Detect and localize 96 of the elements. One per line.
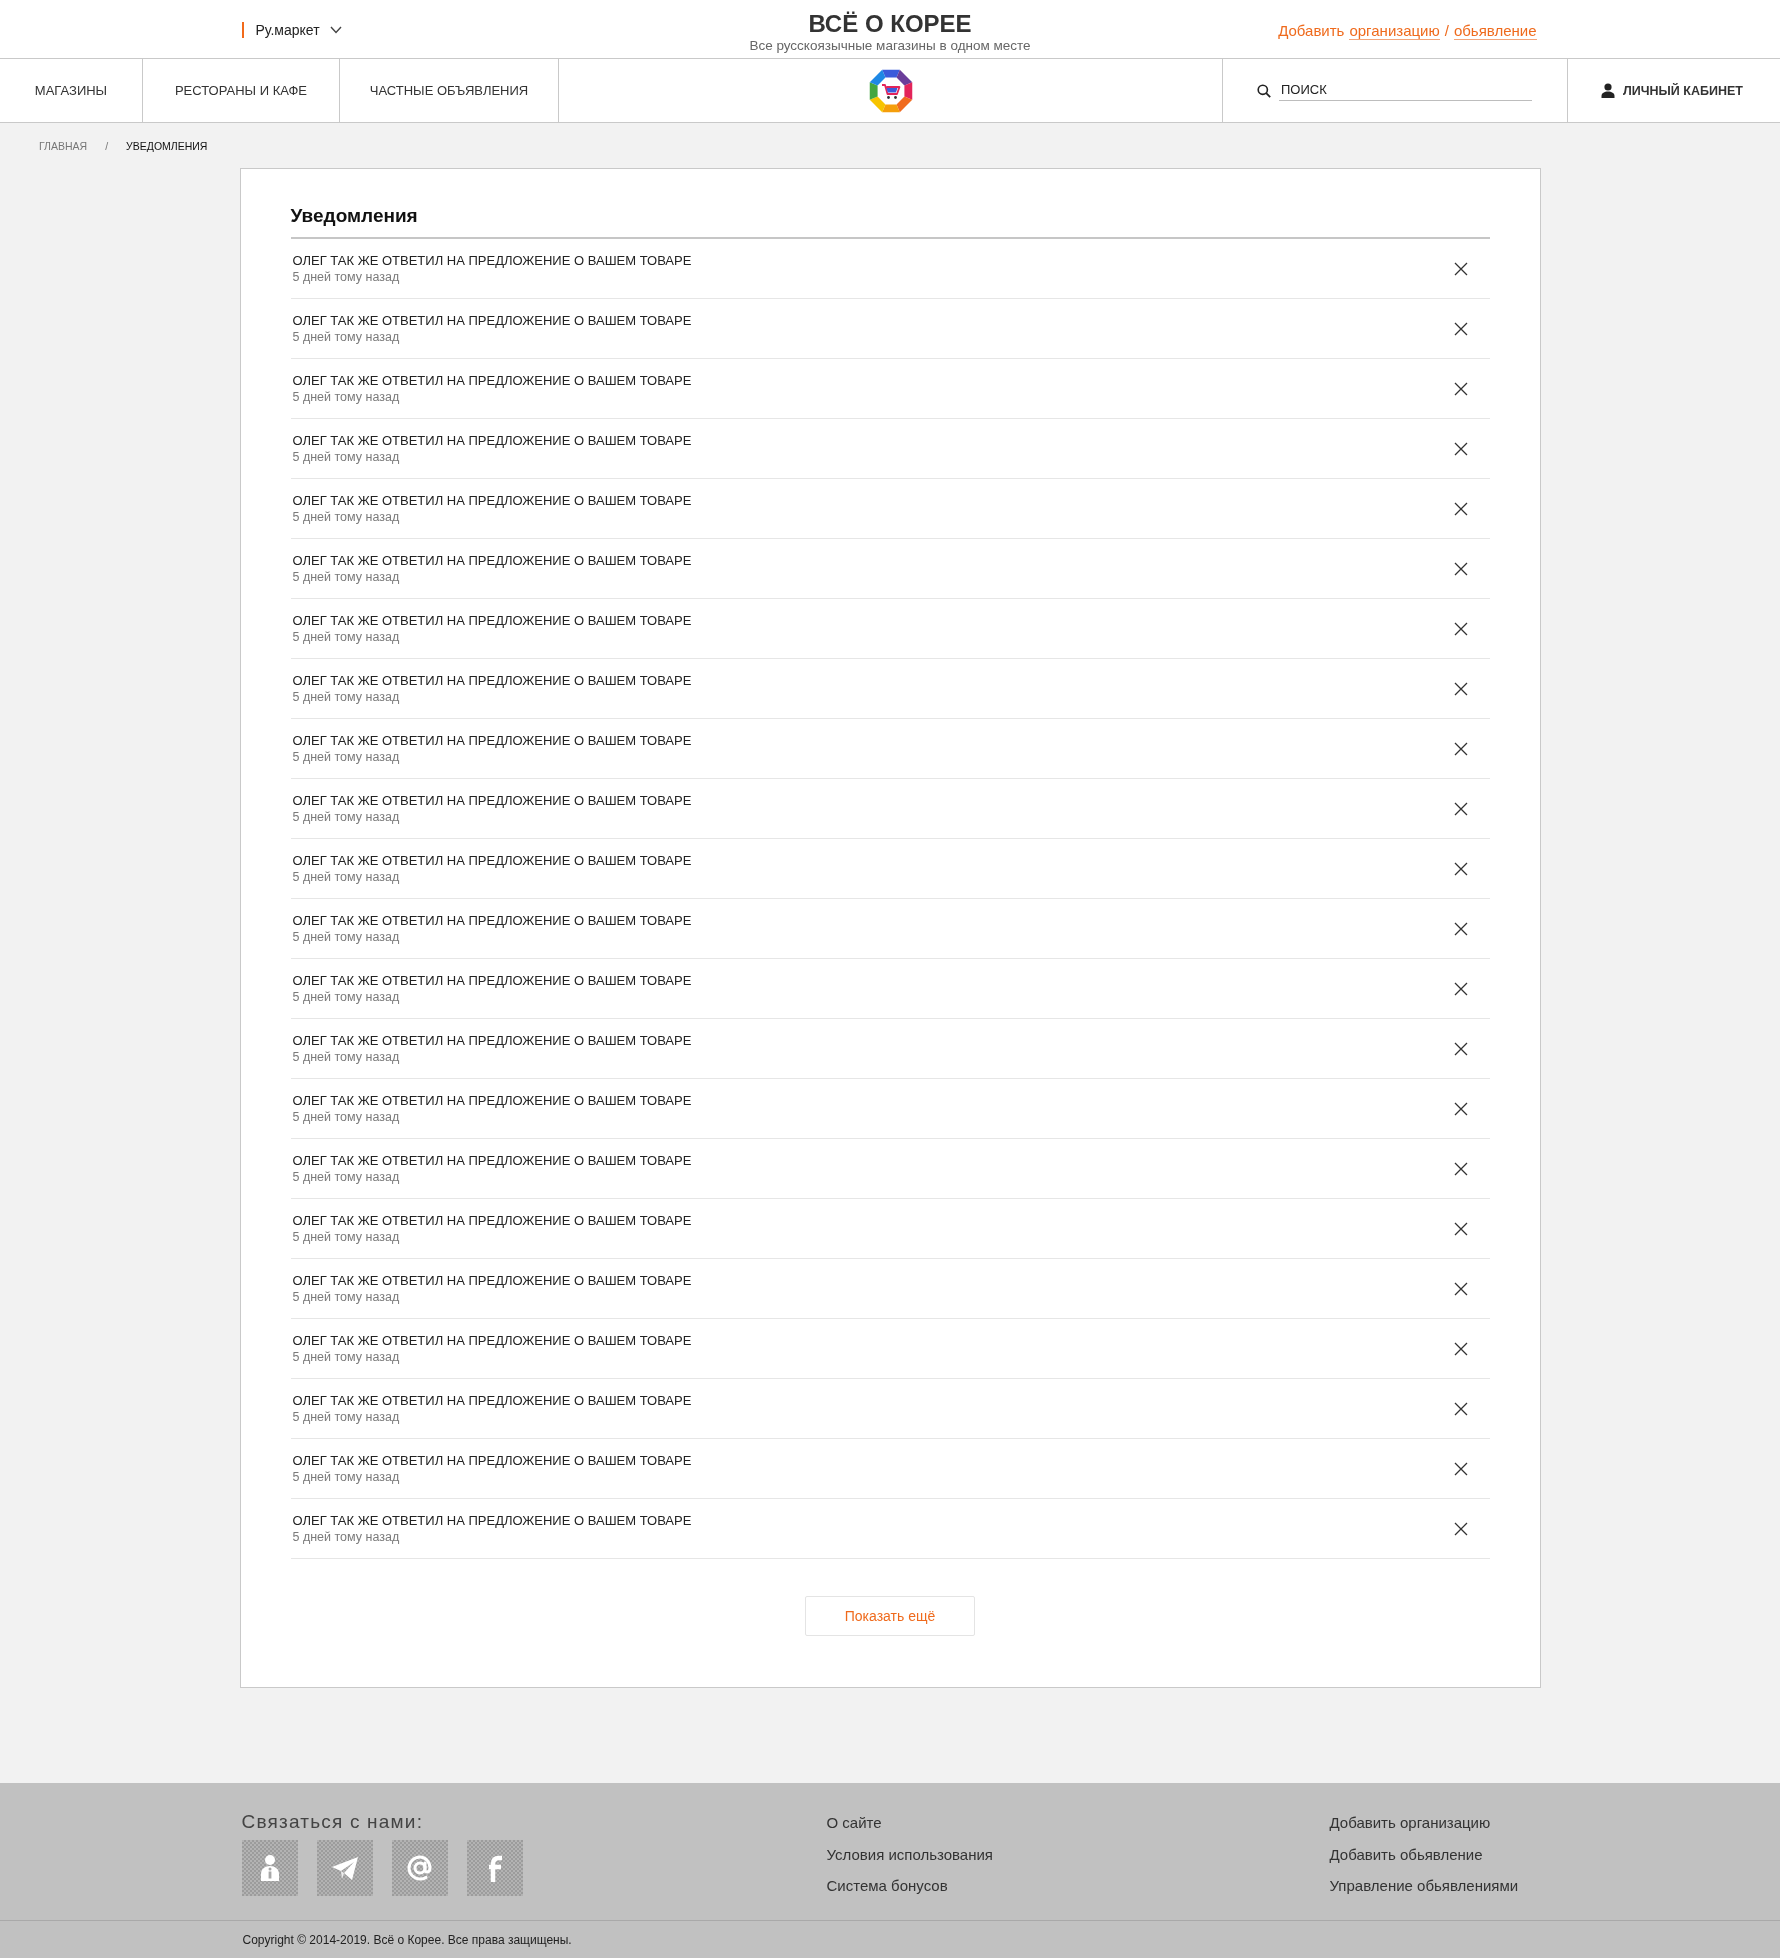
close-icon[interactable]: [1453, 861, 1468, 876]
close-icon[interactable]: [1453, 921, 1468, 936]
paper-plane-icon[interactable]: [316, 1840, 373, 1896]
notification-time: 5 дней тому назад: [292, 268, 401, 286]
notification-time: 5 дней тому назад: [292, 328, 401, 346]
header-text: /: [1444, 21, 1449, 40]
notification-time: 5 дней тому назад: [292, 1048, 401, 1066]
close-icon[interactable]: [1453, 501, 1468, 516]
notification-time: 5 дней тому назад: [292, 1288, 401, 1306]
close-icon[interactable]: [1453, 1521, 1468, 1536]
breadcrumb-separator: /: [105, 139, 109, 152]
account-link[interactable]: ЛИЧНЫЙ КАБИНЕТ: [1568, 59, 1780, 122]
header-text: Добавить: [1278, 21, 1345, 40]
notification-text: ОЛЕГ ТАК ЖЕ ОТВЕТИЛ НА ПРЕДЛОЖЕНИЕ О ВАШЕМ ТОВАРЕ: [292, 851, 692, 869]
close-icon[interactable]: [1453, 741, 1468, 756]
site-tagline: Все русскоязычные магазины в одном месте: [749, 38, 1031, 54]
notification-time: 5 дней тому назад: [292, 568, 401, 586]
close-icon[interactable]: [1453, 621, 1468, 636]
person-info-icon[interactable]: [241, 1840, 298, 1896]
close-icon[interactable]: [1453, 1041, 1468, 1056]
chevron-down-icon: [329, 26, 342, 34]
notification-time: 5 дней тому назад: [292, 688, 401, 706]
person-icon: [1601, 83, 1616, 98]
notification-text: ОЛЕГ ТАК ЖЕ ОТВЕТИЛ НА ПРЕДЛОЖЕНИЕ О ВАШЕМ ТОВАРЕ: [292, 1331, 692, 1349]
nav-tab[interactable]: МАГАЗИНЫ: [0, 59, 143, 122]
close-icon[interactable]: [1453, 381, 1468, 396]
at-sign-icon[interactable]: [391, 1840, 448, 1896]
notifications-heading: Уведомления: [290, 204, 1490, 239]
notification-time: 5 дней тому назад: [292, 928, 401, 946]
close-icon[interactable]: [1453, 1101, 1468, 1116]
footer-link[interactable]: Условия использования: [826, 1838, 993, 1870]
footer-link[interactable]: Система бонусов: [826, 1870, 948, 1902]
search-field[interactable]: ПОИСК: [1279, 80, 1532, 101]
region-selector[interactable]: Ру.маркет: [241, 22, 342, 38]
notification-text: ОЛЕГ ТАК ЖЕ ОТВЕТИЛ НА ПРЕДЛОЖЕНИЕ О ВАШЕМ ТОВАРЕ: [292, 971, 692, 989]
notification-time: 5 дней тому назад: [292, 628, 401, 646]
notification-text: ОЛЕГ ТАК ЖЕ ОТВЕТИЛ НА ПРЕДЛОЖЕНИЕ О ВАШЕМ ТОВАРЕ: [292, 671, 692, 689]
notification-text: ОЛЕГ ТАК ЖЕ ОТВЕТИЛ НА ПРЕДЛОЖЕНИЕ О ВАШЕМ ТОВАРЕ: [292, 911, 692, 929]
shopping-cart-logo-icon[interactable]: [867, 67, 914, 114]
notification-time: 5 дней тому назад: [292, 448, 401, 466]
contact-heading: Связаться с нами:: [241, 1811, 425, 1833]
close-icon[interactable]: [1453, 1161, 1468, 1176]
notification-time: 5 дней тому назад: [292, 1228, 401, 1246]
breadcrumb-current[interactable]: УВЕДОМЛЕНИЯ: [126, 139, 208, 152]
close-icon[interactable]: [1453, 981, 1468, 996]
close-icon[interactable]: [1453, 1341, 1468, 1356]
notification-text: ОЛЕГ ТАК ЖЕ ОТВЕТИЛ НА ПРЕДЛОЖЕНИЕ О ВАШЕМ ТОВАРЕ: [292, 431, 692, 449]
notification-time: 5 дней тому назад: [292, 1408, 401, 1426]
notification-text: ОЛЕГ ТАК ЖЕ ОТВЕТИЛ НА ПРЕДЛОЖЕНИЕ О ВАШЕМ ТОВАРЕ: [292, 1091, 692, 1109]
notification-text: ОЛЕГ ТАК ЖЕ ОТВЕТИЛ НА ПРЕДЛОЖЕНИЕ О ВАШЕМ ТОВАРЕ: [292, 1271, 692, 1289]
nav-tab[interactable]: ЧАСТНЫЕ ОБЪЯВЛЕНИЯ: [340, 59, 559, 122]
notification-text: ОЛЕГ ТАК ЖЕ ОТВЕТИЛ НА ПРЕДЛОЖЕНИЕ О ВАШЕМ ТОВАРЕ: [292, 311, 692, 329]
notification-text: ОЛЕГ ТАК ЖЕ ОТВЕТИЛ НА ПРЕДЛОЖЕНИЕ О ВАШЕМ ТОВАРЕ: [292, 791, 692, 809]
notification-time: 5 дней тому назад: [292, 1348, 401, 1366]
close-icon[interactable]: [1453, 1461, 1468, 1476]
notification-text: ОЛЕГ ТАК ЖЕ ОТВЕТИЛ НА ПРЕДЛОЖЕНИЕ О ВАШЕМ ТОВАРЕ: [292, 551, 692, 569]
footer-link[interactable]: О сайте: [826, 1807, 882, 1839]
close-icon[interactable]: [1453, 1401, 1468, 1416]
close-icon[interactable]: [1453, 681, 1468, 696]
f-letter-icon[interactable]: [466, 1840, 523, 1896]
notification-time: 5 дней тому назад: [292, 1528, 401, 1546]
notification-time: 5 дней тому назад: [292, 868, 401, 886]
notification-time: 5 дней тому назад: [292, 1108, 401, 1126]
close-icon[interactable]: [1453, 441, 1468, 456]
notification-text: ОЛЕГ ТАК ЖЕ ОТВЕТИЛ НА ПРЕДЛОЖЕНИЕ О ВАШЕМ ТОВАРЕ: [292, 731, 692, 749]
notification-time: 5 дней тому назад: [292, 1168, 401, 1186]
notification-text: ОЛЕГ ТАК ЖЕ ОТВЕТИЛ НА ПРЕДЛОЖЕНИЕ О ВАШЕМ ТОВАРЕ: [292, 1211, 692, 1229]
notification-time: 5 дней тому назад: [292, 988, 401, 1006]
notification-text: ОЛЕГ ТАК ЖЕ ОТВЕТИЛ НА ПРЕДЛОЖЕНИЕ О ВАШЕМ ТОВАРЕ: [292, 251, 692, 269]
notification-time: 5 дней тому назад: [292, 388, 401, 406]
notification-time: 5 дней тому назад: [292, 748, 401, 766]
footer-link[interactable]: Управление обьявлениями: [1329, 1870, 1519, 1902]
notification-text: ОЛЕГ ТАК ЖЕ ОТВЕТИЛ НА ПРЕДЛОЖЕНИЕ О ВАШЕМ ТОВАРЕ: [292, 371, 692, 389]
copyright-text: Copyright © 2014-2019. Всё о Корее. Все права защищены.: [242, 1932, 572, 1947]
notification-time: 5 дней тому назад: [292, 808, 401, 826]
notification-text: ОЛЕГ ТАК ЖЕ ОТВЕТИЛ НА ПРЕДЛОЖЕНИЕ О ВАШЕМ ТОВАРЕ: [292, 1031, 692, 1049]
breadcrumb-link[interactable]: ГЛАВНАЯ: [39, 139, 88, 152]
notification-time: 5 дней тому назад: [292, 1468, 401, 1486]
search-icon: [1257, 83, 1271, 98]
close-icon[interactable]: [1453, 801, 1468, 816]
notification-text: ОЛЕГ ТАК ЖЕ ОТВЕТИЛ НА ПРЕДЛОЖЕНИЕ О ВАШЕМ ТОВАРЕ: [292, 1511, 692, 1529]
site-title: ВСЁ О КОРЕЕ: [808, 11, 972, 37]
close-icon[interactable]: [1453, 561, 1468, 576]
footer-link[interactable]: Добавить организацию: [1329, 1807, 1491, 1839]
notification-text: ОЛЕГ ТАК ЖЕ ОТВЕТИЛ НА ПРЕДЛОЖЕНИЕ О ВАШЕМ ТОВАРЕ: [292, 1151, 692, 1169]
close-icon[interactable]: [1453, 1281, 1468, 1296]
notification-text: ОЛЕГ ТАК ЖЕ ОТВЕТИЛ НА ПРЕДЛОЖЕНИЕ О ВАШЕМ ТОВАРЕ: [292, 611, 692, 629]
notification-text: ОЛЕГ ТАК ЖЕ ОТВЕТИЛ НА ПРЕДЛОЖЕНИЕ О ВАШЕМ ТОВАРЕ: [292, 491, 692, 509]
close-icon[interactable]: [1453, 321, 1468, 336]
nav-tab[interactable]: РЕСТОРАНЫ И КАФЕ: [143, 59, 340, 122]
notification-text: ОЛЕГ ТАК ЖЕ ОТВЕТИЛ НА ПРЕДЛОЖЕНИЕ О ВАШЕМ ТОВАРЕ: [292, 1391, 692, 1409]
close-icon[interactable]: [1453, 1221, 1468, 1236]
notification-text: ОЛЕГ ТАК ЖЕ ОТВЕТИЛ НА ПРЕДЛОЖЕНИЕ О ВАШЕМ ТОВАРЕ: [292, 1451, 692, 1469]
footer-link[interactable]: Добавить обьявление: [1329, 1838, 1483, 1870]
notification-time: 5 дней тому назад: [292, 508, 401, 526]
close-icon[interactable]: [1453, 261, 1468, 276]
